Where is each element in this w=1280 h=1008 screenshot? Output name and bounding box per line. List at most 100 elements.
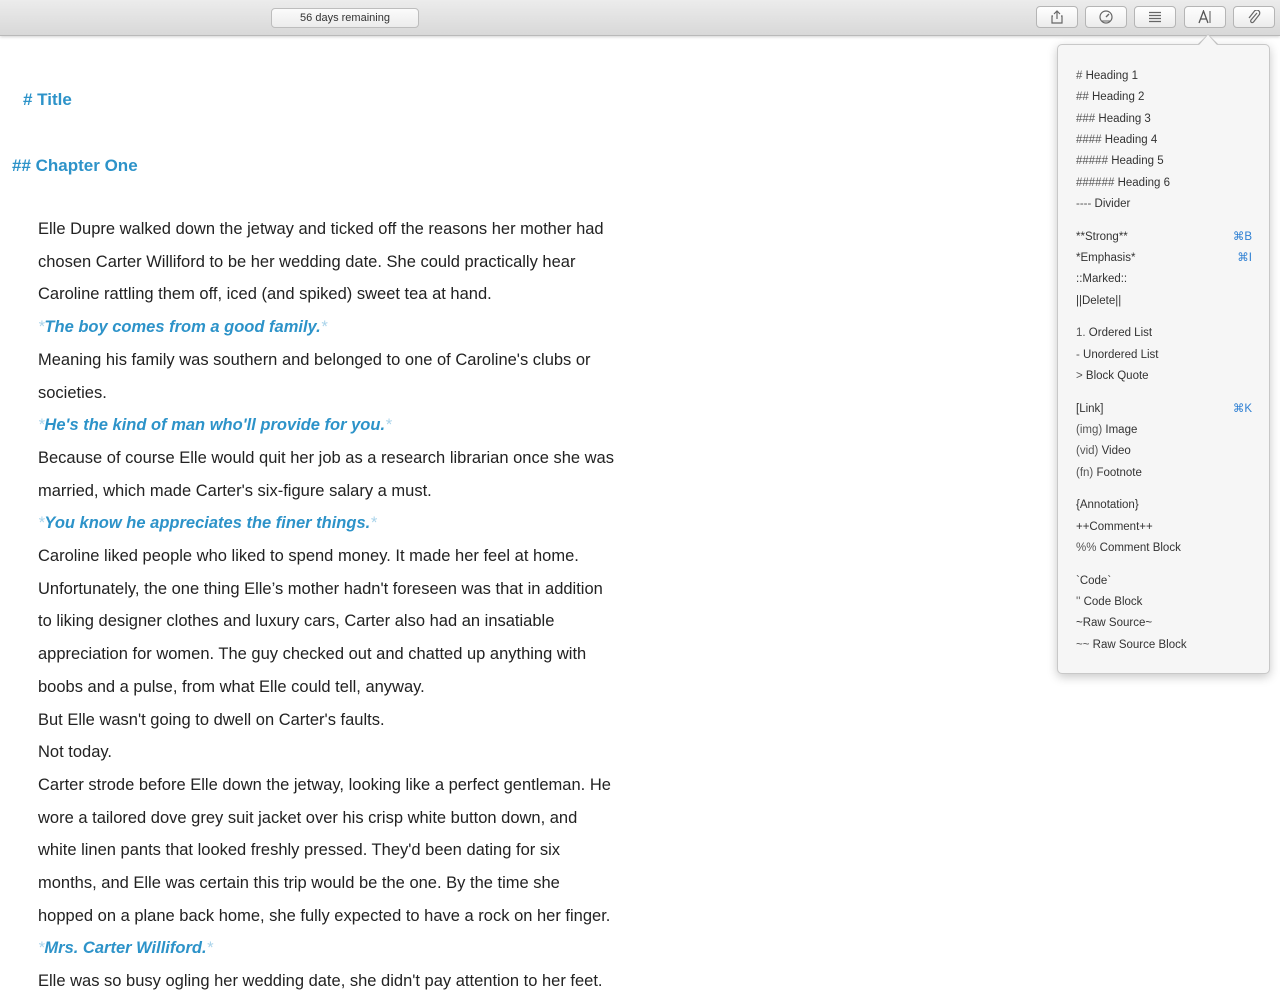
format-menu-item[interactable]: ###### Heading 6	[1076, 174, 1252, 193]
document-body[interactable]: Elle Dupre walked down the jetway and ti…	[38, 213, 678, 998]
paragraph-line: chosen Carter Williford to be her weddin…	[38, 252, 576, 271]
toolbar: 56 days remaining	[0, 0, 1280, 36]
format-menu-label: ::Marked::	[1076, 273, 1128, 286]
format-button[interactable]	[1184, 6, 1226, 28]
format-menu-item[interactable]: {Annotation}	[1076, 496, 1252, 515]
format-syntax-prefix: 1.	[1076, 327, 1086, 340]
stats-button[interactable]	[1085, 6, 1127, 28]
format-syntax-prefix: -	[1076, 348, 1080, 361]
paragraph-line: months, and Elle was certain this trip w…	[38, 874, 560, 893]
emphasis-line: *The boy comes from a good family.*	[38, 311, 678, 344]
format-menu-label: Unordered List	[1083, 348, 1159, 361]
format-syntax-prefix: (img)	[1076, 424, 1103, 436]
format-menu-item[interactable]: '' Code Block	[1076, 593, 1252, 612]
paragraph-line: Unfortunately, the one thing Elle’s moth…	[38, 579, 603, 598]
format-syntax-prefix: %%	[1076, 542, 1097, 554]
format-menu-item[interactable]: ||Delete||	[1076, 292, 1252, 311]
format-menu-label: Code Block	[1083, 596, 1143, 609]
format-menu-item[interactable]: # Heading 1	[1076, 67, 1252, 86]
outline-button[interactable]	[1134, 6, 1176, 28]
format-menu-item[interactable]: (fn) Footnote	[1076, 464, 1252, 483]
paragraph-line: Elle was so busy ogling her wedding date…	[38, 972, 603, 991]
format-menu-label: Divider	[1094, 197, 1131, 210]
emphasis-content: Mrs. Carter Williford.	[44, 939, 207, 958]
format-menu-label: Heading 1	[1085, 70, 1139, 82]
emphasis-marker: *	[206, 939, 213, 958]
format-menu-label: Footnote	[1096, 466, 1142, 479]
emphasis-text: *The boy comes from a good family.*	[38, 318, 327, 336]
format-menu-item[interactable]: ++Comment++	[1076, 518, 1252, 537]
format-menu-item[interactable]: 1. Ordered List	[1076, 324, 1252, 343]
emphasis-content: You know he appreciates the finer things…	[44, 514, 371, 533]
format-menu-item[interactable]: (vid) Video	[1076, 442, 1252, 461]
popover-arrow-inner	[1199, 35, 1217, 45]
format-menu-item[interactable]: ## Heading 2	[1076, 88, 1252, 107]
format-menu-label: ||Delete||	[1076, 294, 1122, 307]
trial-days-badge[interactable]: 56 days remaining	[271, 8, 419, 28]
emphasis-content: He's the kind of man who'll provide for …	[44, 416, 386, 435]
format-menu-item[interactable]: ### Heading 3	[1076, 110, 1252, 129]
format-menu-item[interactable]: %% Comment Block	[1076, 539, 1252, 558]
format-menu-item[interactable]: (img) Image	[1076, 421, 1252, 440]
format-syntax-prefix: ----	[1076, 197, 1092, 210]
emphasis-marker: *	[320, 318, 328, 337]
format-menu-item[interactable]: - Unordered List	[1076, 346, 1252, 365]
format-menu-label: ~Raw Source~	[1076, 617, 1153, 630]
paragraph-line: to liking designer clothes and luxury ca…	[38, 612, 555, 631]
emphasis-text: *You know he appreciates the finer thing…	[38, 514, 377, 532]
format-menu-label: [Link]	[1076, 402, 1104, 415]
format-menu-item[interactable]: ##### Heading 5	[1076, 152, 1252, 171]
format-menu-item[interactable]: *Emphasis* ⌘I	[1076, 249, 1252, 268]
format-menu-label: Heading 5	[1111, 155, 1164, 168]
format-menu-label: *Emphasis*	[1076, 251, 1136, 264]
format-syntax-prefix: (vid)	[1076, 445, 1099, 458]
share-button[interactable]	[1036, 6, 1078, 28]
format-menu-item[interactable]: ---- Divider	[1076, 195, 1252, 214]
format-menu-item[interactable]: > Block Quote	[1076, 367, 1252, 386]
paragraph-line: Meaning his family was southern and belo…	[38, 350, 591, 369]
format-menu-label: Comment Block	[1099, 542, 1181, 554]
paragraph-line: wore a tailored dove grey suit jacket ov…	[38, 808, 578, 827]
format-syntax-prefix: ###	[1076, 112, 1096, 125]
format-menu-item[interactable]: #### Heading 4	[1076, 131, 1252, 150]
document-title: # Title	[23, 90, 72, 109]
format-menu-item[interactable]: [Link] ⌘K	[1076, 400, 1252, 419]
text-format-icon	[1197, 10, 1213, 24]
paragraph-line: Caroline rattling them off, iced (and sp…	[38, 285, 492, 304]
format-syntax-prefix: ######	[1076, 176, 1115, 189]
format-syntax-prefix: ##	[1076, 91, 1089, 104]
emphasis-line: *He's the kind of man who'll provide for…	[38, 409, 678, 442]
emphasis-line: *You know he appreciates the finer thing…	[38, 507, 678, 540]
paragraph-line: Caroline liked people who liked to spend…	[38, 547, 579, 566]
format-menu-label: Heading 2	[1092, 91, 1145, 104]
keyboard-shortcut: ⌘B	[1232, 230, 1252, 243]
paperclip-icon	[1246, 10, 1262, 24]
paragraph-line: hopped on a plane back home, she fully e…	[38, 906, 611, 925]
gauge-icon	[1098, 10, 1114, 24]
format-menu-label: Heading 4	[1104, 133, 1158, 146]
format-menu-label: Block Quote	[1085, 369, 1149, 382]
format-menu-label: Video	[1101, 445, 1131, 458]
emphasis-marker: *	[370, 514, 377, 533]
format-syntax-prefix: ####	[1076, 133, 1102, 146]
format-menu-label: Heading 3	[1098, 112, 1151, 125]
format-menu-item[interactable]: ~Raw Source~	[1076, 614, 1252, 633]
keyboard-shortcut: ⌘K	[1232, 402, 1252, 415]
emphasis-marker: *	[385, 416, 392, 435]
chapter-heading: ## Chapter One	[12, 156, 138, 175]
format-menu-item[interactable]: **Strong** ⌘B	[1076, 228, 1252, 247]
share-icon	[1050, 10, 1064, 24]
emphasis-text: *He's the kind of man who'll provide for…	[38, 416, 391, 434]
format-syntax-prefix: >	[1076, 369, 1083, 382]
format-syntax-prefix: ''	[1076, 596, 1081, 609]
format-menu-label: {Annotation}	[1076, 499, 1139, 512]
format-menu-label: Raw Source Block	[1092, 638, 1187, 651]
keyboard-shortcut: ⌘I	[1237, 251, 1252, 264]
paragraph-line: boobs and a pulse, from what Elle could …	[38, 677, 425, 696]
paragraph-line: Carter strode before Elle down the jetwa…	[38, 775, 611, 794]
format-menu-item[interactable]: ::Marked::	[1076, 270, 1252, 289]
format-menu-item[interactable]: ~~ Raw Source Block	[1076, 636, 1252, 655]
format-menu-item[interactable]: `Code`	[1076, 572, 1252, 591]
format-menu-label: **Strong**	[1076, 230, 1128, 243]
attach-button[interactable]	[1233, 6, 1275, 28]
